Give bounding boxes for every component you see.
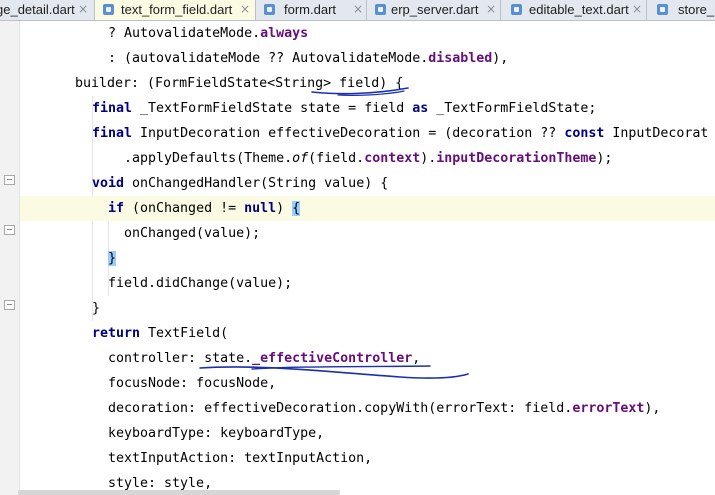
horizontal-scrollbar[interactable] xyxy=(18,490,340,495)
annotation-underline-controller xyxy=(199,366,469,379)
pen-annotation xyxy=(199,87,469,379)
